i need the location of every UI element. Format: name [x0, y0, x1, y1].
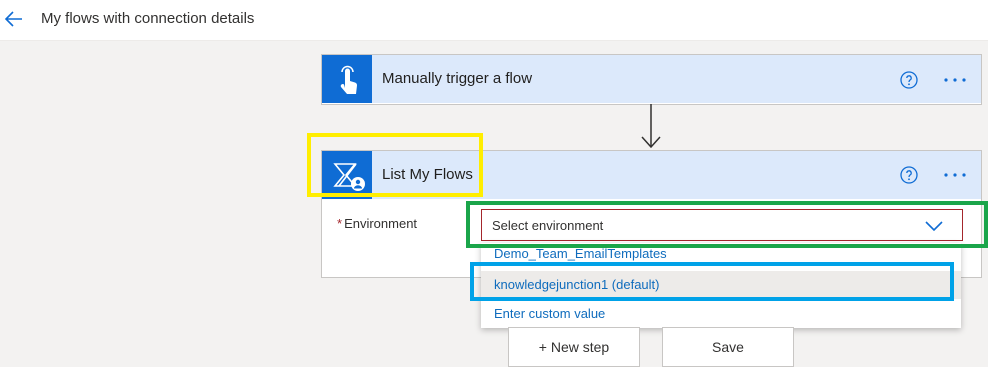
trigger-card[interactable]: Manually trigger a flow — [321, 54, 982, 105]
new-step-button[interactable]: + New step — [508, 327, 640, 367]
required-marker: * — [337, 216, 343, 231]
back-arrow-icon[interactable] — [2, 7, 26, 31]
list-my-flows-title: List My Flows — [382, 166, 473, 183]
save-button[interactable]: Save — [662, 327, 794, 367]
help-icon[interactable] — [900, 71, 918, 89]
top-bar: My flows with connection details — [0, 0, 988, 41]
environment-label-text: Environment — [344, 216, 418, 231]
dropdown-option[interactable]: knowledgejunction1 (default) — [481, 271, 961, 299]
dropdown-option[interactable]: Demo_Team_EmailTemplates — [481, 243, 961, 268]
trigger-tile — [322, 55, 372, 103]
list-my-flows-header[interactable]: List My Flows — [322, 151, 981, 199]
trigger-card-header[interactable]: Manually trigger a flow — [322, 55, 981, 103]
chevron-down-icon[interactable] — [924, 218, 944, 234]
trigger-card-title: Manually trigger a flow — [382, 70, 533, 87]
page-title: My flows with connection details — [41, 10, 255, 27]
environment-select-value: Select environment — [492, 218, 604, 233]
environment-select[interactable]: Select environment — [481, 209, 963, 241]
action-tile — [322, 151, 372, 199]
more-options-icon[interactable] — [942, 166, 968, 184]
environment-dropdown: Demo_Team_EmailTemplates knowledgejuncti… — [481, 243, 961, 328]
dropdown-option[interactable]: Enter custom value — [481, 300, 961, 328]
touch-hand-icon — [340, 65, 358, 94]
connector-arrow-icon — [641, 104, 661, 149]
power-automate-management-icon — [333, 163, 365, 191]
environment-label: * Environment — [337, 216, 417, 231]
more-options-icon[interactable] — [942, 71, 968, 89]
help-icon[interactable] — [900, 166, 918, 184]
